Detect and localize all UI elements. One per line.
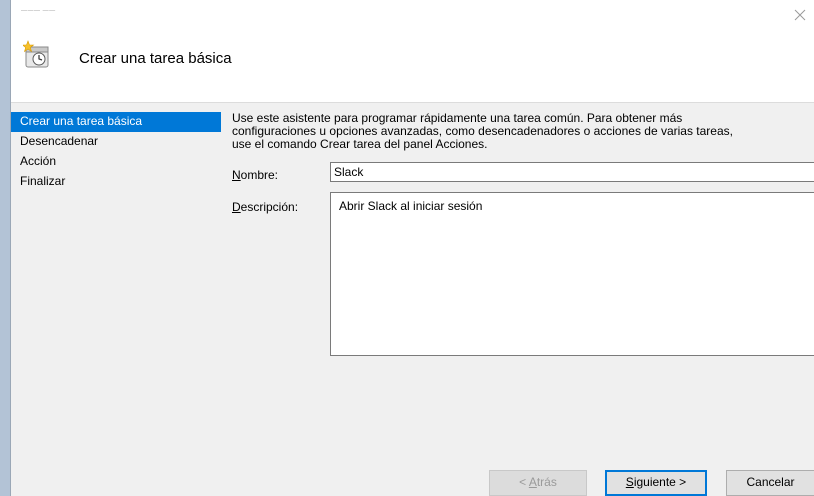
next-label: iguiente >	[633, 475, 687, 489]
cancel-button[interactable]: Cancelar	[726, 470, 814, 496]
step-accion[interactable]: Acción	[11, 152, 221, 172]
name-label: Nombre:	[232, 168, 278, 182]
step-finalizar[interactable]: Finalizar	[11, 172, 221, 192]
scheduled-task-icon	[21, 40, 53, 70]
step-desencadenar[interactable]: Desencadenar	[11, 132, 221, 152]
next-button[interactable]: Siguiente >	[605, 470, 707, 496]
description-label: Descripción:	[232, 200, 298, 214]
page-title: Crear una tarea básica	[79, 50, 232, 67]
title-bar-text: ——— ——	[21, 8, 56, 14]
wizard-content: Use este asistente para programar rápida…	[232, 112, 814, 356]
back-label: trás	[536, 475, 557, 489]
back-prefix: <	[519, 475, 529, 489]
step-crear-tarea-basica[interactable]: Crear una tarea básica	[11, 112, 221, 132]
name-label-text: ombre:	[240, 168, 279, 182]
close-button[interactable]	[793, 8, 814, 30]
description-label-accesskey: D	[232, 200, 241, 214]
wizard-header: Crear una tarea básica	[11, 30, 814, 103]
intro-text: Use este asistente para programar rápida…	[232, 112, 812, 151]
description-label-text: escripción:	[240, 200, 299, 214]
back-button[interactable]: < Atrás	[489, 470, 587, 496]
back-accesskey: A	[528, 475, 537, 489]
close-icon	[794, 9, 806, 21]
next-accesskey: S	[625, 475, 634, 489]
title-bar: ——— ——	[11, 0, 814, 30]
wizard-window: ——— —— Crear una tarea básica Crear una …	[10, 0, 814, 496]
wizard-steps: Crear una tarea básica Desencadenar Acci…	[11, 112, 221, 192]
description-input[interactable]: Abrir Slack al iniciar sesión	[330, 192, 814, 356]
name-label-accesskey: N	[232, 168, 241, 182]
intro-line: use el comando Crear tarea del panel Acc…	[232, 137, 488, 151]
name-input[interactable]	[330, 162, 814, 182]
